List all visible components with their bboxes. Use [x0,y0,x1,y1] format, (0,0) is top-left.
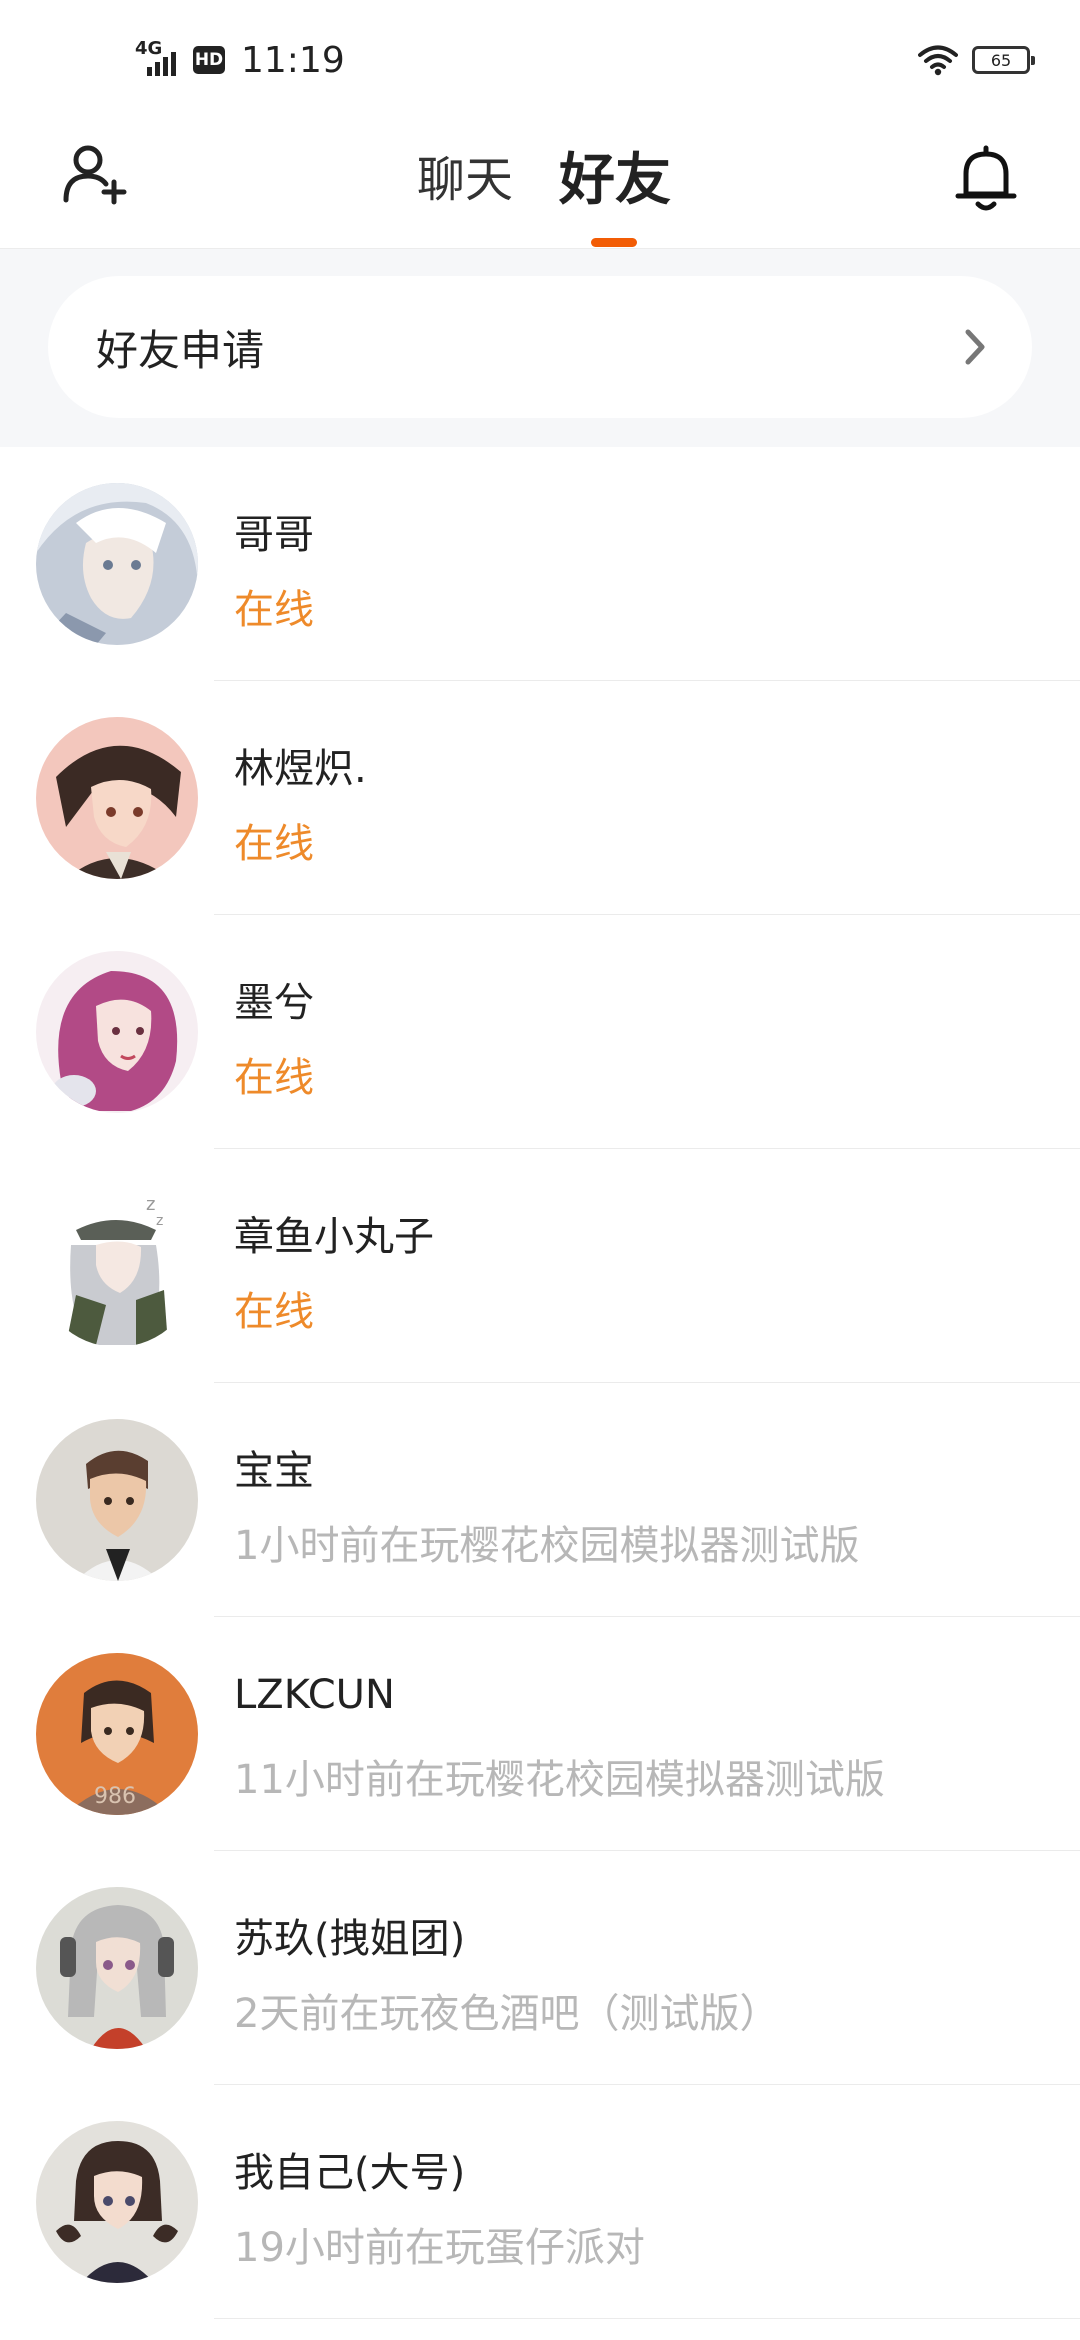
friend-request-button[interactable]: 好友申请 [48,276,1032,418]
hd-badge: HD [193,46,225,74]
friend-request-section: 好友申请 [0,249,1080,447]
friend-status: 在线 [234,821,314,867]
friend-row[interactable]: 墨兮 在线 [0,915,1080,1149]
divider [214,2318,1080,2319]
friend-status: 2天前在玩夜色酒吧（测试版） [234,1991,780,2037]
friend-status: 在线 [234,587,314,633]
avatar[interactable] [36,717,198,879]
avatar[interactable] [36,2121,198,2283]
notifications-button[interactable] [952,142,1020,214]
svg-text:z: z [146,1194,155,1215]
friend-status: 1小时前在玩樱花校园模拟器测试版 [234,1523,860,1569]
friend-name: 苏玖(拽姐团) [234,1916,466,1962]
friend-row[interactable]: 宝宝 1小时前在玩樱花校园模拟器测试版 [0,1383,1080,1617]
friend-status: 在线 [234,1055,314,1101]
avatar[interactable]: 986 [36,1653,198,1815]
friend-row[interactable]: 苏玖(拽姐团) 2天前在玩夜色酒吧（测试版） [0,1851,1080,2085]
friend-row[interactable]: 林煜炽. 在线 [0,681,1080,915]
chevron-right-icon [965,329,985,365]
friend-list: 哥哥 在线 林煜炽. 在线 墨兮 在线 z z 章鱼小丸子 在线 宝宝 1小时前… [0,447,1080,2319]
avatar[interactable]: z z [36,1185,198,1347]
avatar[interactable] [36,1419,198,1581]
friend-name: 我自己(大号) [234,2150,466,2196]
friend-status: 在线 [234,1289,314,1335]
avatar[interactable] [36,483,198,645]
friend-name: 墨兮 [234,980,314,1026]
friend-name: 哥哥 [234,512,314,558]
bell-icon [955,145,1017,211]
avatar[interactable] [36,951,198,1113]
avatar[interactable] [36,1887,198,2049]
friend-row[interactable]: 我自己(大号) 19小时前在玩蛋仔派对 [0,2085,1080,2319]
friend-name: 章鱼小丸子 [234,1214,434,1260]
friend-name: 林煜炽. [234,746,367,792]
status-bar: 4G HD 11:19 65 [0,0,1080,120]
status-time: 11:19 [241,39,345,81]
svg-text:986: 986 [94,1784,136,1809]
friend-status: 11小时前在玩樱花校园模拟器测试版 [234,1757,885,1803]
add-friend-icon [63,145,127,205]
friend-request-label: 好友申请 [96,325,265,375]
friend-row[interactable]: 986 LZKCUN 11小时前在玩樱花校园模拟器测试版 [0,1617,1080,1851]
status-right: 65 [918,38,1035,82]
battery-icon: 65 [972,46,1035,74]
add-friend-button[interactable] [60,140,132,212]
status-left: 4G HD 11:19 [135,30,345,90]
wifi-icon [918,45,958,76]
tab-friends[interactable]: 好友 [550,140,680,213]
friend-name: 宝宝 [234,1448,314,1494]
svg-text:z: z [156,1213,163,1229]
signal-icon: 4G [135,40,183,80]
friend-row[interactable]: 哥哥 在线 [0,447,1080,681]
tab-chat[interactable]: 聊天 [400,140,530,210]
friend-row[interactable]: z z 章鱼小丸子 在线 [0,1149,1080,1383]
friend-status: 19小时前在玩蛋仔派对 [234,2225,645,2271]
top-nav: 聊天 好友 [0,120,1080,249]
active-tab-indicator [591,238,637,247]
battery-level: 65 [990,50,1012,70]
friend-name: LZKCUN [234,1672,395,1718]
